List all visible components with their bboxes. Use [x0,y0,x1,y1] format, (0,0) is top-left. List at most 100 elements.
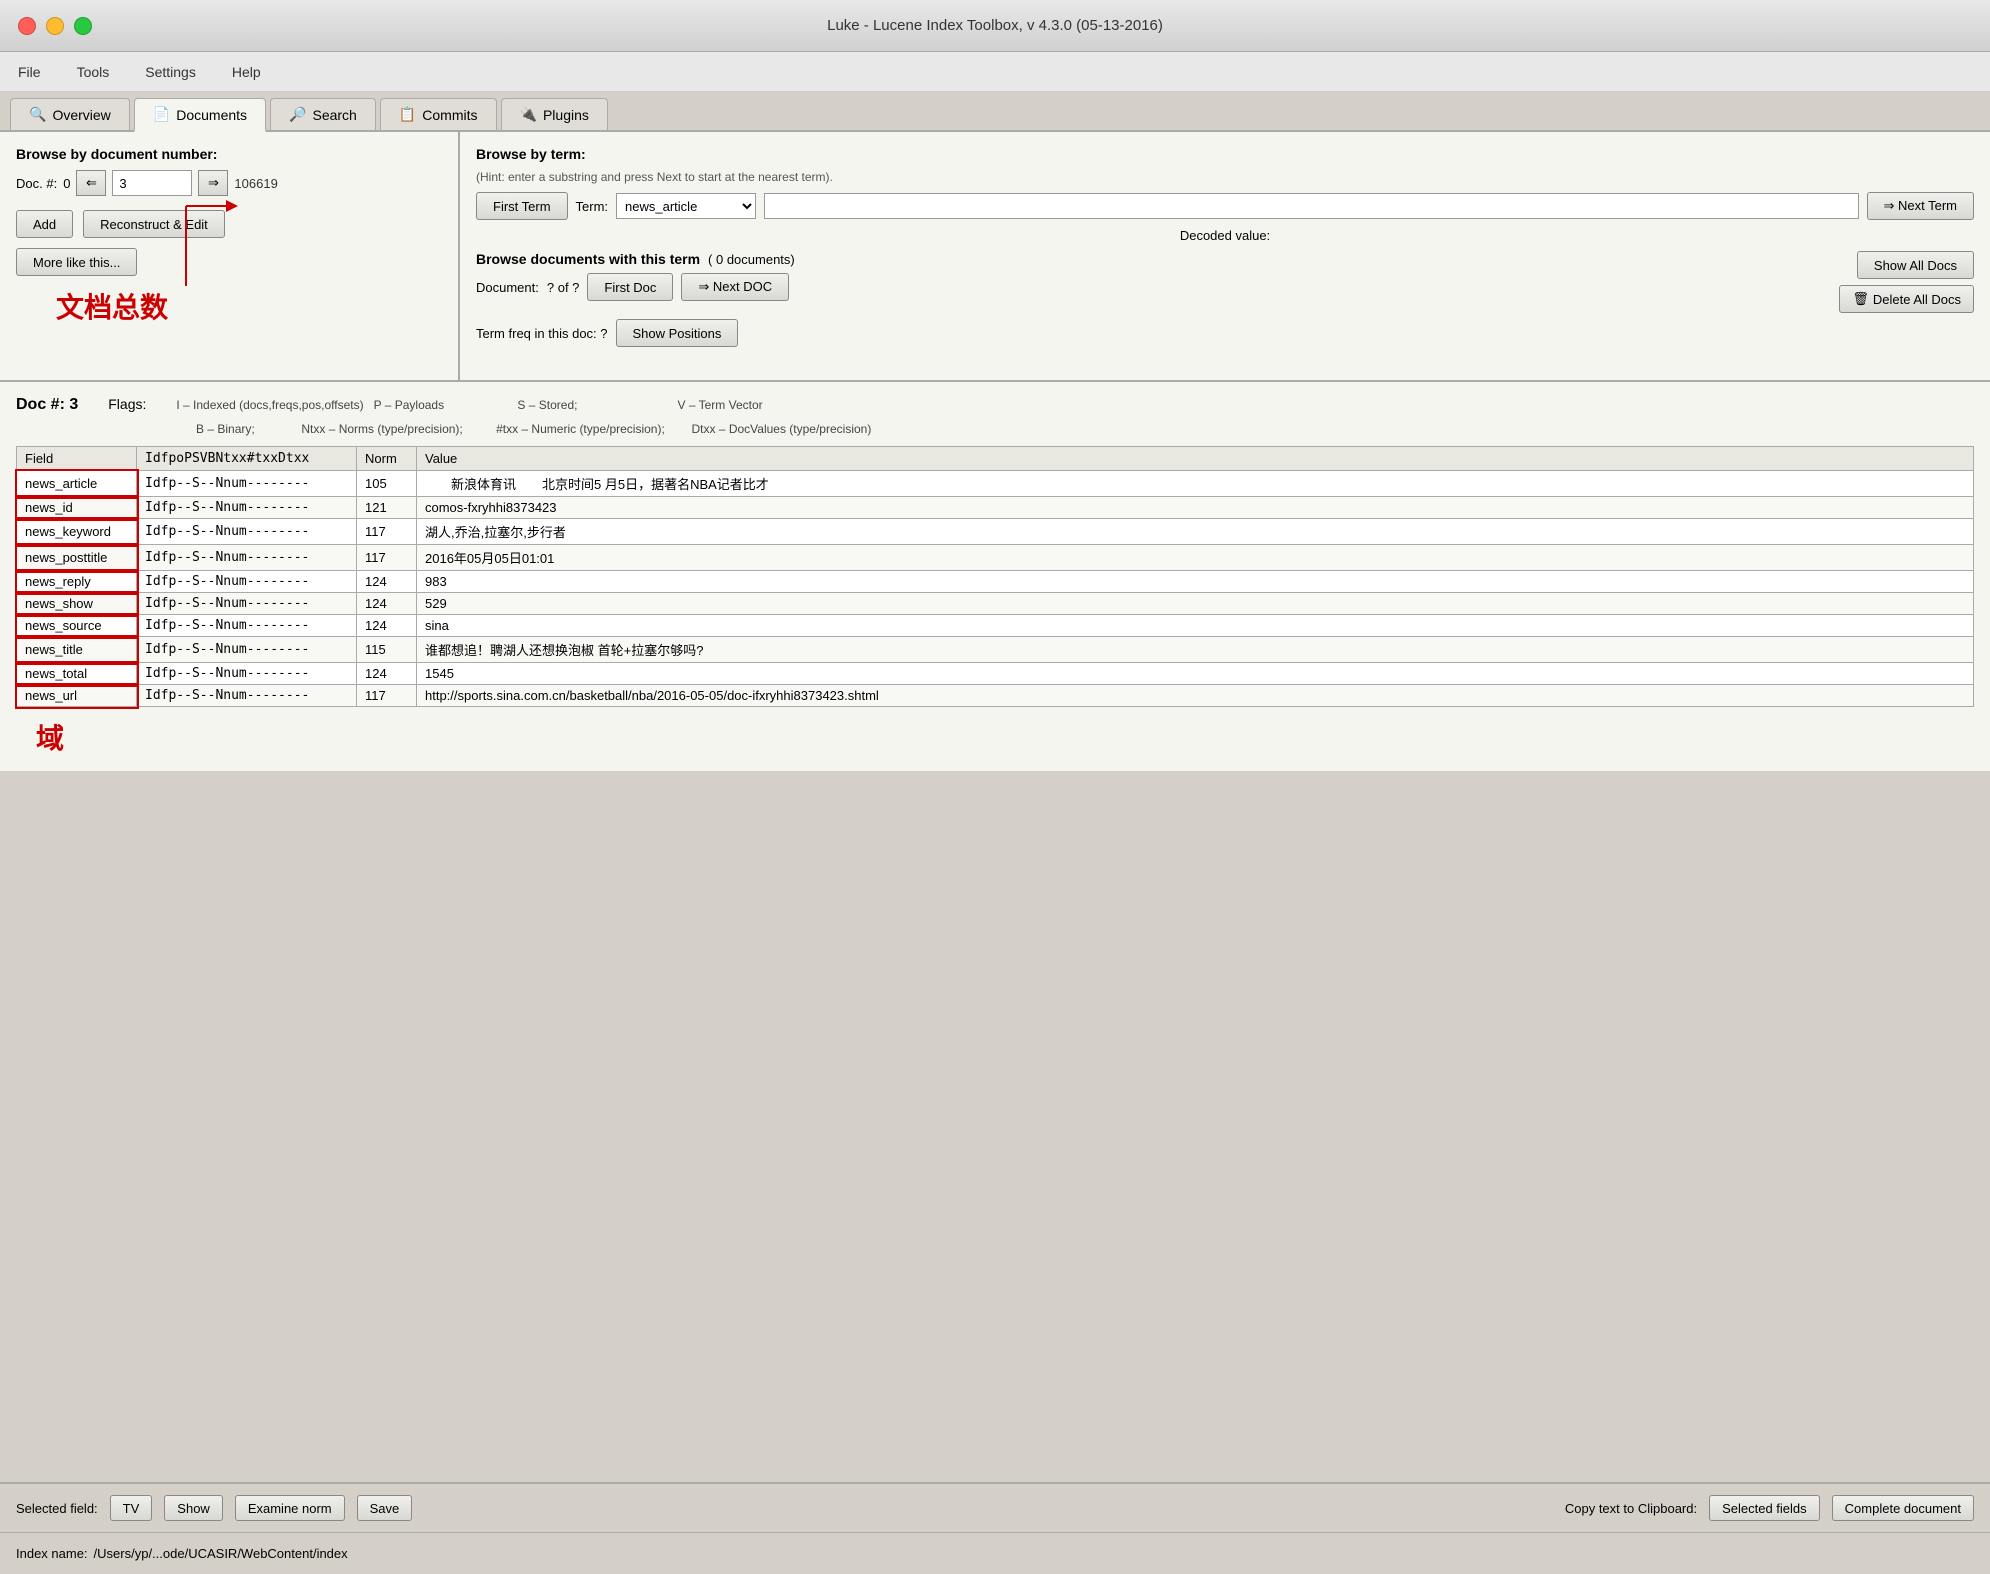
norm-cell: 117 [357,545,417,571]
top-panels: Browse by document number: Doc. #: 0 ⇐ ⇒… [0,132,1990,382]
first-doc-button[interactable]: First Doc [587,273,673,301]
norm-cell: 115 [357,637,417,663]
term-freq-label: Term freq in this doc: ? [476,326,608,341]
value-cell: 1545 [417,663,1974,685]
trash-icon: 🗑 [1852,291,1869,307]
doc-table-header: Doc #: 3 Flags: I – Indexed (docs,freqs,… [16,396,1974,414]
decoded-row: Decoded value: [476,228,1974,243]
close-button[interactable] [18,17,36,35]
browse-docs-right: Show All Docs 🗑 Delete All Docs [1839,251,1974,313]
norm-cell: 124 [357,571,417,593]
delete-all-docs-button[interactable]: 🗑 Delete All Docs [1839,285,1974,313]
table-row[interactable]: news_idIdfp--S--Nnum--------121comos-fxr… [17,497,1974,519]
menu-help[interactable]: Help [224,60,269,84]
value-cell: 湖人,乔治,拉塞尔,步行者 [417,519,1974,545]
norm-cell: 117 [357,519,417,545]
overview-icon: 🔍 [29,106,46,123]
table-row[interactable]: news_articleIdfp--S--Nnum--------105 新浪体… [17,471,1974,497]
decoded-label: Decoded value: [1180,228,1270,243]
tabs-bar: 🔍 Overview 📄 Documents 🔎 Search 📋 Commit… [0,92,1990,132]
more-like-button[interactable]: More like this... [16,248,137,276]
minimize-button[interactable] [46,17,64,35]
norm-cell: 124 [357,615,417,637]
term-freq-row: Term freq in this doc: ? Show Positions [476,319,1974,347]
field-cell: news_posttitle [17,545,137,571]
table-row[interactable]: news_posttitleIdfp--S--Nnum--------11720… [17,545,1974,571]
first-term-button[interactable]: First Term [476,192,568,220]
term-search-input[interactable] [764,193,1858,219]
flags-label: Flags: [108,396,146,412]
value-cell: comos-fxryhhi8373423 [417,497,1974,519]
browse-docs-header: Browse documents with this term ( 0 docu… [476,251,1974,313]
flags-cell: Idfp--S--Nnum-------- [137,519,357,545]
value-cell: 谁都想追！聘湖人还想换泡椒 首轮+拉塞尔够吗? [417,637,1974,663]
copy-label: Copy text to Clipboard: [1565,1501,1697,1516]
norm-cell: 117 [357,685,417,707]
term-row: First Term Term: news_article news_id ne… [476,192,1974,220]
save-button[interactable]: Save [357,1495,413,1521]
examine-norm-button[interactable]: Examine norm [235,1495,345,1521]
tv-button[interactable]: TV [110,1495,153,1521]
flags-cell: Idfp--S--Nnum-------- [137,685,357,707]
flags-cell: Idfp--S--Nnum-------- [137,545,357,571]
table-row[interactable]: news_replyIdfp--S--Nnum--------124983 [17,571,1974,593]
field-cell: news_total [17,663,137,685]
right-panel: Browse by term: (Hint: enter a substring… [460,132,1990,380]
menu-file[interactable]: File [10,60,49,84]
flags-cell: Idfp--S--Nnum-------- [137,571,357,593]
browse-by-doc-title: Browse by document number: [16,146,442,162]
search-icon: 🔎 [289,106,306,123]
flags-cell: Idfp--S--Nnum-------- [137,615,357,637]
browse-by-term-hint: (Hint: enter a substring and press Next … [476,170,1974,184]
plugins-icon: 🔌 [520,106,537,123]
maximize-button[interactable] [74,17,92,35]
tab-search[interactable]: 🔎 Search [270,98,376,130]
complete-document-button[interactable]: Complete document [1832,1495,1974,1521]
docs-count: ( 0 documents) [708,252,795,267]
doc-start: 0 [63,176,70,191]
field-cell: news_source [17,615,137,637]
prev-doc-button[interactable]: ⇐ [76,170,106,196]
norm-cell: 105 [357,471,417,497]
flags-cell: Idfp--S--Nnum-------- [137,593,357,615]
tab-search-label: Search [312,107,356,123]
next-term-button[interactable]: ⇒ Next Term [1867,192,1975,220]
document-label: Document: [476,280,539,295]
show-all-docs-button[interactable]: Show All Docs [1857,251,1974,279]
value-cell: 529 [417,593,1974,615]
selected-fields-button[interactable]: Selected fields [1709,1495,1820,1521]
next-doc-button[interactable]: ⇒ Next DOC [681,273,789,301]
documents-table: Field IdfpoPSVBNtxx#txxDtxx Norm Value n… [16,446,1974,707]
browse-docs-title: Browse documents with this term [476,251,700,267]
domain-annotation: 域 [16,717,1974,757]
menu-bar: File Tools Settings Help [0,52,1990,92]
tab-documents[interactable]: 📄 Documents [134,98,266,132]
doc-browse-row: Document: ? of ? First Doc ⇒ Next DOC [476,273,795,301]
term-field-select[interactable]: news_article news_id news_keyword news_p… [616,193,756,219]
field-cell: news_url [17,685,137,707]
norm-cell: 121 [357,497,417,519]
bottom-bar: Selected field: TV Show Examine norm Sav… [0,1482,1990,1532]
menu-tools[interactable]: Tools [69,60,118,84]
table-row[interactable]: news_showIdfp--S--Nnum--------124529 [17,593,1974,615]
add-button[interactable]: Add [16,210,73,238]
flags-cell: Idfp--S--Nnum-------- [137,471,357,497]
table-row[interactable]: news_urlIdfp--S--Nnum--------117http://s… [17,685,1974,707]
commits-icon: 📋 [399,106,416,123]
show-positions-button[interactable]: Show Positions [616,319,739,347]
table-row[interactable]: news_titleIdfp--S--Nnum--------115谁都想追！聘… [17,637,1974,663]
show-button[interactable]: Show [164,1495,223,1521]
table-row[interactable]: news_totalIdfp--S--Nnum--------1241545 [17,663,1974,685]
index-path: /Users/yp/...ode/UCASIR/WebContent/index [94,1546,348,1561]
field-cell: news_show [17,593,137,615]
menu-settings[interactable]: Settings [137,60,204,84]
value-cell: 新浪体育讯 北京时间5 月5日，据著名NBA记者比才 [417,471,1974,497]
flags-cell: Idfp--S--Nnum-------- [137,497,357,519]
table-row[interactable]: news_sourceIdfp--S--Nnum--------124sina [17,615,1974,637]
tab-commits[interactable]: 📋 Commits [380,98,497,130]
table-row[interactable]: news_keywordIdfp--S--Nnum--------117湖人,乔… [17,519,1974,545]
tab-commits-label: Commits [422,107,477,123]
tab-plugins[interactable]: 🔌 Plugins [501,98,608,130]
tab-overview[interactable]: 🔍 Overview [10,98,130,130]
documents-icon: 📄 [153,106,170,123]
